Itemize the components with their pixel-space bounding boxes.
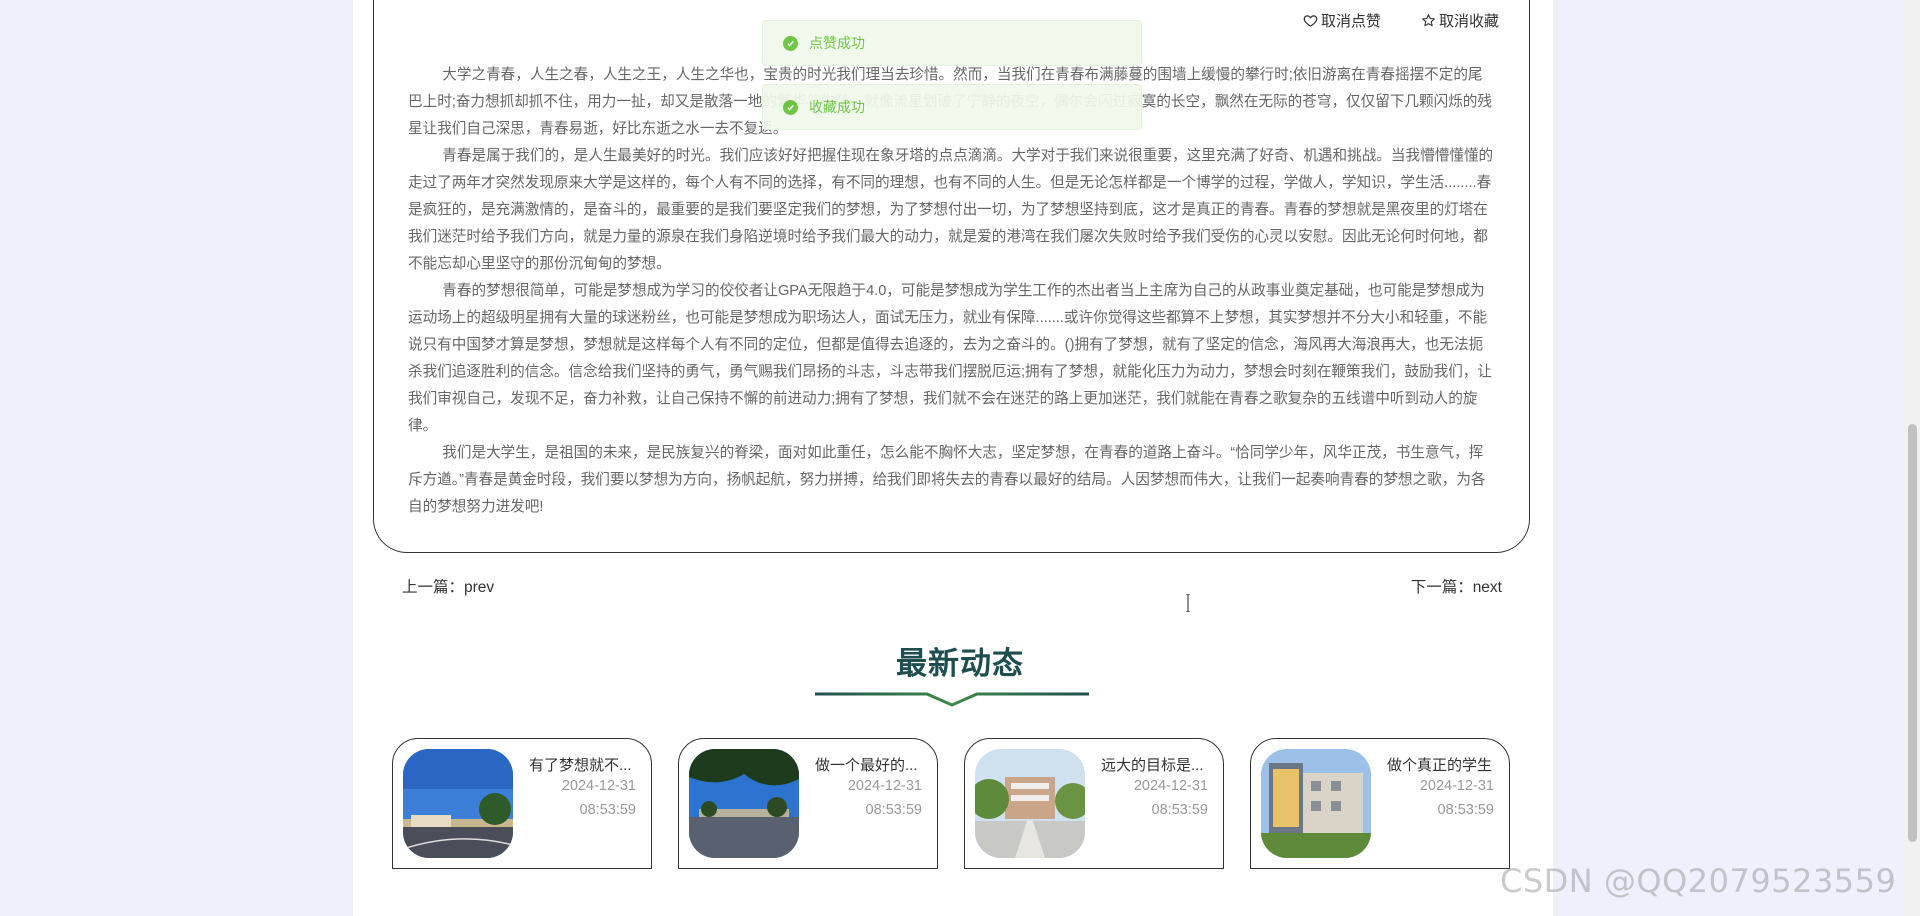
latest-news-title: 最新动态 bbox=[896, 646, 1024, 681]
news-date: 2024-12-31 bbox=[847, 778, 922, 794]
news-time: 08:53:59 bbox=[579, 802, 636, 818]
like-success-toast: 点赞成功 bbox=[762, 20, 1142, 66]
next-article-link[interactable]: 下一篇：next bbox=[1411, 575, 1502, 597]
news-title: 做一个最好的... bbox=[815, 757, 918, 774]
toast-message: 点赞成功 bbox=[809, 35, 865, 51]
news-date: 2024-12-31 bbox=[1419, 778, 1494, 794]
check-circle-icon bbox=[783, 99, 798, 115]
article-paragraph: 我们是大学生，是祖国的未来，是民族复兴的脊梁，面对如此重任，怎么能不胸怀大志，坚… bbox=[408, 445, 1486, 515]
news-card[interactable]: 做一个最好的... 2024-12-31 08:53:59 bbox=[678, 738, 938, 869]
article-paragraph: 青春的梦想很简单，可能是梦想成为学习的佼佼者让GPA无限趋于4.0，可能是梦想成… bbox=[408, 283, 1492, 434]
news-time: 08:53:59 bbox=[865, 802, 922, 818]
csdn-watermark: CSDN @QQ2079523559 bbox=[1500, 862, 1897, 900]
text-cursor-icon bbox=[1186, 594, 1190, 612]
scrollbar-thumb[interactable] bbox=[1908, 424, 1917, 842]
page-scrollbar[interactable] bbox=[1904, 0, 1920, 916]
news-title: 有了梦想就不... bbox=[529, 757, 632, 774]
campus-square-photo bbox=[689, 749, 799, 858]
unfavorite-label: 取消收藏 bbox=[1438, 13, 1499, 30]
toast-message: 收藏成功 bbox=[809, 99, 865, 115]
latest-news-list: 有了梦想就不... 2024-12-31 08:53:59 做一个最好的... … bbox=[392, 738, 1510, 869]
news-card[interactable]: 做个真正的学生 2024-12-31 08:53:59 bbox=[1250, 738, 1510, 869]
news-title: 远大的目标是... bbox=[1101, 757, 1204, 774]
star-icon bbox=[1422, 14, 1435, 27]
news-time: 08:53:59 bbox=[1151, 802, 1208, 818]
unlike-button[interactable]: 取消点赞 bbox=[1303, 10, 1381, 31]
article-paragraph: 青春是属于我们的，是人生最美好的时光。我们应该好好把握住现在象牙塔的点点滴滴。大… bbox=[408, 148, 1494, 272]
campus-dorm-photo bbox=[1261, 749, 1371, 858]
check-circle-icon bbox=[783, 35, 798, 51]
news-time: 08:53:59 bbox=[1437, 802, 1494, 818]
prev-article-link[interactable]: 上一篇：prev bbox=[402, 575, 494, 597]
news-card[interactable]: 远大的目标是... 2024-12-31 08:53:59 bbox=[964, 738, 1224, 869]
article-card: 取消点赞 取消收藏 大学之青春，人生之春，人生之王，人生之华也，宝贵的时光我们理… bbox=[373, 0, 1530, 553]
favorite-success-toast: 收藏成功 bbox=[762, 84, 1142, 130]
heart-icon bbox=[1303, 15, 1318, 27]
unfavorite-button[interactable]: 取消收藏 bbox=[1421, 10, 1499, 31]
title-divider bbox=[815, 692, 1089, 707]
news-title: 做个真正的学生 bbox=[1387, 757, 1493, 774]
campus-track-photo bbox=[403, 749, 513, 858]
news-date: 2024-12-31 bbox=[1133, 778, 1208, 794]
campus-building-photo bbox=[975, 749, 1085, 858]
unlike-label: 取消点赞 bbox=[1320, 13, 1381, 30]
news-card[interactable]: 有了梦想就不... 2024-12-31 08:53:59 bbox=[392, 738, 652, 869]
news-date: 2024-12-31 bbox=[561, 778, 636, 794]
article-body: 大学之青春，人生之春，人生之王，人生之华也，宝贵的时光我们理当去珍惜。然而，当我… bbox=[408, 62, 1496, 521]
article-actions: 取消点赞 取消收藏 bbox=[1303, 10, 1499, 31]
